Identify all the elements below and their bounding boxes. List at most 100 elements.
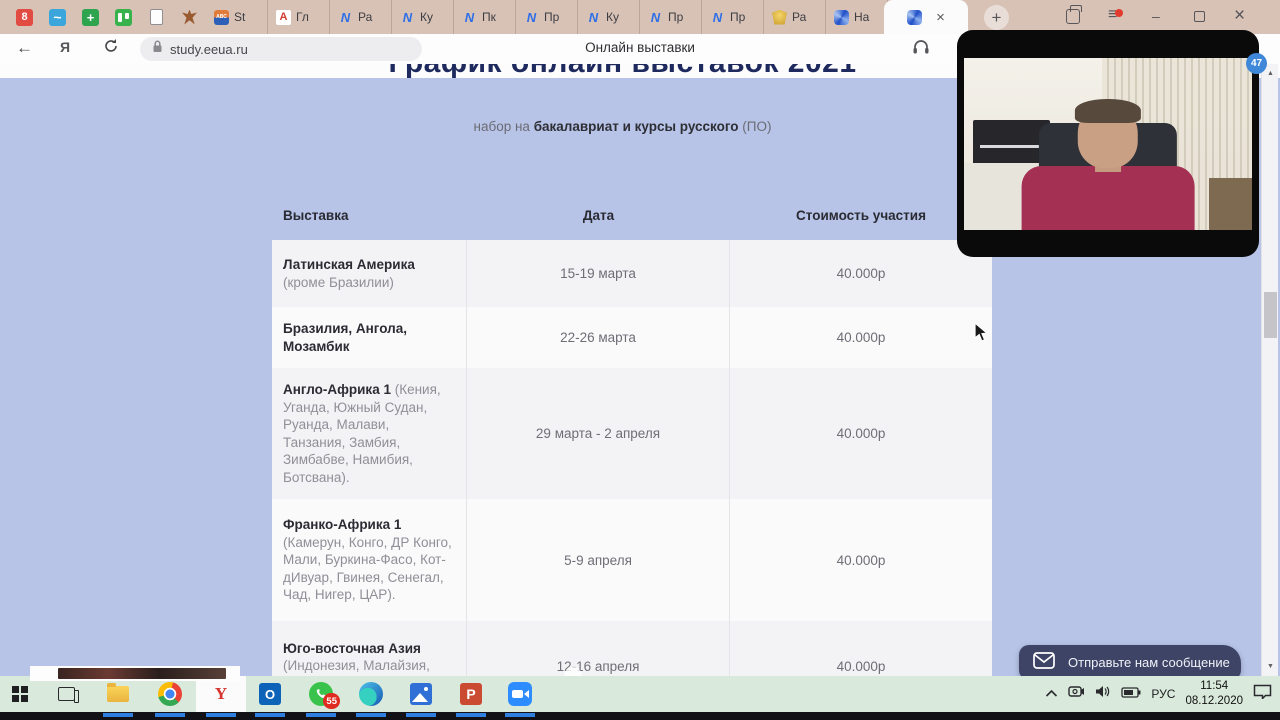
envelope-icon [1033,652,1055,674]
clock-date: 08.12.2020 [1185,695,1243,707]
browser-tab[interactable]: Пк [454,0,516,34]
windows-start-button[interactable] [6,680,34,708]
column-header-price: Стоимость участия [730,208,992,240]
tab-label: На [854,10,874,24]
column-header-date: Дата [467,208,730,240]
collections-icon[interactable] [1066,9,1080,24]
window-maximize-button[interactable] [1194,11,1205,22]
tab-favicon [214,10,229,25]
price-cell: 40.000р [730,307,992,368]
photos-icon[interactable] [407,680,435,708]
pinned-tab[interactable] [173,3,206,31]
tab-favicon [276,10,291,25]
pinned-tab-icon [115,9,132,26]
yandex-browser-icon[interactable]: Y [207,680,235,708]
headphones-icon[interactable] [912,39,930,60]
browser-tab[interactable]: Пр [516,0,578,34]
tab-favicon [710,10,725,25]
date-cell: 12-16 апреля [467,621,730,676]
tab-favicon [772,10,787,25]
video-preview-thumbnail [58,668,226,679]
tab-label: Пр [668,10,688,24]
tab-label: Ра [792,10,812,24]
camera-icon[interactable] [1068,685,1085,703]
outlook-icon[interactable] [256,680,284,708]
window-close-button[interactable]: × [1234,5,1245,27]
tab-favicon [524,10,539,25]
speaker-icon[interactable] [1095,685,1111,703]
tab-favicon [834,10,849,25]
exhibition-cell: Англо-Африка 1 (Кения, Уганда, Южный Суд… [272,368,467,499]
column-header-exhibition: Выставка [272,208,467,240]
pinned-tab-icon [82,9,99,26]
scroll-down-arrow[interactable]: ▼ [1262,663,1279,670]
file-explorer-icon[interactable] [104,680,132,708]
table-row: Бразилия, Ангола, Мозамбик 22-26 марта 4… [272,307,992,368]
webcam-video [964,58,1252,230]
task-view-icon[interactable] [52,680,80,708]
pinned-tab-icon [150,9,163,25]
tray-chevron-icon[interactable] [1045,685,1058,703]
page-scrollbar[interactable]: ▲ ▼ [1261,64,1278,676]
language-indicator[interactable]: РУС [1151,687,1175,701]
date-cell: 5-9 апреля [467,499,730,621]
pinned-tab[interactable] [8,3,41,31]
chat-widget-button[interactable]: Отправьте нам сообщение [1019,645,1241,680]
browser-tab[interactable]: Пр [702,0,764,34]
browser-tab[interactable]: Гл [268,0,330,34]
pinned-tab[interactable] [140,3,173,31]
pinned-tab[interactable] [107,3,140,31]
desktop: St Гл Ра Ку Пк [0,0,1280,720]
tab-label: Гл [296,10,316,24]
browser-tab[interactable]: Пр [640,0,702,34]
pinned-tabs [0,3,206,31]
table-row: Юго-восточная Азия (Индонезия, Малайзия,… [272,621,992,676]
pinned-tab[interactable] [41,3,74,31]
tab-favicon [400,10,415,25]
presenter-body [1022,166,1195,230]
browser-tab[interactable]: Ра [764,0,826,34]
tab-close-icon[interactable]: × [936,10,945,25]
scrollbar-thumb[interactable] [1264,292,1277,338]
browser-tab[interactable]: Ку [392,0,454,34]
new-tab-button[interactable]: + [984,5,1009,30]
powerpoint-icon[interactable]: P [457,680,485,708]
notification-count-badge[interactable]: 47 [1246,53,1267,74]
browser-tab[interactable]: На [826,0,888,34]
browser-tab[interactable]: St [206,0,268,34]
active-tab[interactable]: × [884,0,968,34]
tab-label: St [234,10,254,24]
video-preview-sliver[interactable] [30,666,240,681]
webcam-overlay[interactable] [957,30,1259,257]
tab-label: Ра [358,10,378,24]
table-row: Англо-Африка 1 (Кения, Уганда, Южный Суд… [272,368,992,499]
date-cell: 22-26 марта [467,307,730,368]
zoom-icon[interactable] [506,680,534,708]
clock[interactable]: 11:54 08.12.2020 [1185,679,1243,709]
action-center-icon[interactable] [1253,684,1272,704]
pinned-tab[interactable] [74,3,107,31]
mouse-cursor [974,322,990,349]
browser-tab[interactable]: Ку [578,0,640,34]
tab-favicon [648,10,663,25]
exhibitions-table: Латинская Америка (кроме Бразилии) 15-19… [272,240,992,676]
tab-label: Ку [606,10,626,24]
office-shelf [1209,178,1252,230]
tab-label: Пр [730,10,750,24]
edge-icon[interactable] [357,680,385,708]
chrome-icon[interactable] [156,680,184,708]
browser-tab-bar: St Гл Ра Ку Пк [0,0,1280,34]
active-tab-favicon [907,10,922,25]
whatsapp-icon[interactable]: 55 [307,680,335,708]
battery-icon[interactable] [1121,685,1141,703]
price-cell: 40.000р [730,368,992,499]
window-minimize-button[interactable]: – [1152,8,1160,24]
browser-tab[interactable]: Ра [330,0,392,34]
date-cell: 29 марта - 2 апреля [467,368,730,499]
tab-label: Ку [420,10,440,24]
sidebar-panel-icon[interactable]: ≡ [1108,6,1117,24]
scroll-up-arrow[interactable]: ▲ [1262,70,1279,77]
presenter-hair [1075,99,1141,123]
tab-list: St Гл Ра Ку Пк [206,0,888,34]
price-cell: 40.000р [730,621,992,676]
